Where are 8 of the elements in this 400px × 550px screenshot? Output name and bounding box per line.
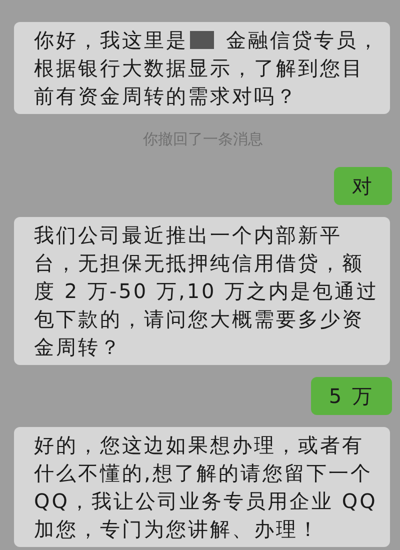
message-text: 根据银行大数据显示，了解到您目前有资金周转的需求对吗？ [34, 55, 365, 110]
message-text: 对 [352, 173, 374, 200]
message-text: 你好，我这里是 [34, 27, 188, 54]
redaction-mark [190, 31, 214, 49]
message-text: 好的，您这边如果想办理，或者有什么不懂的,想了解的请您留下一个 QQ，我让公司业务专员用企业 QQ 加您，专门为您讲解、办理！ [34, 432, 378, 543]
message-text: 金融信贷专员， [226, 27, 380, 54]
message-text: 5 万 [328, 383, 374, 410]
message-text: 我们公司最近推出一个内部新平台，无担保无抵押纯信用借贷，额度 2 万-50 万,10 万之内是包通过包下款的，请问您大概需要多少资金周转？ [34, 222, 380, 361]
